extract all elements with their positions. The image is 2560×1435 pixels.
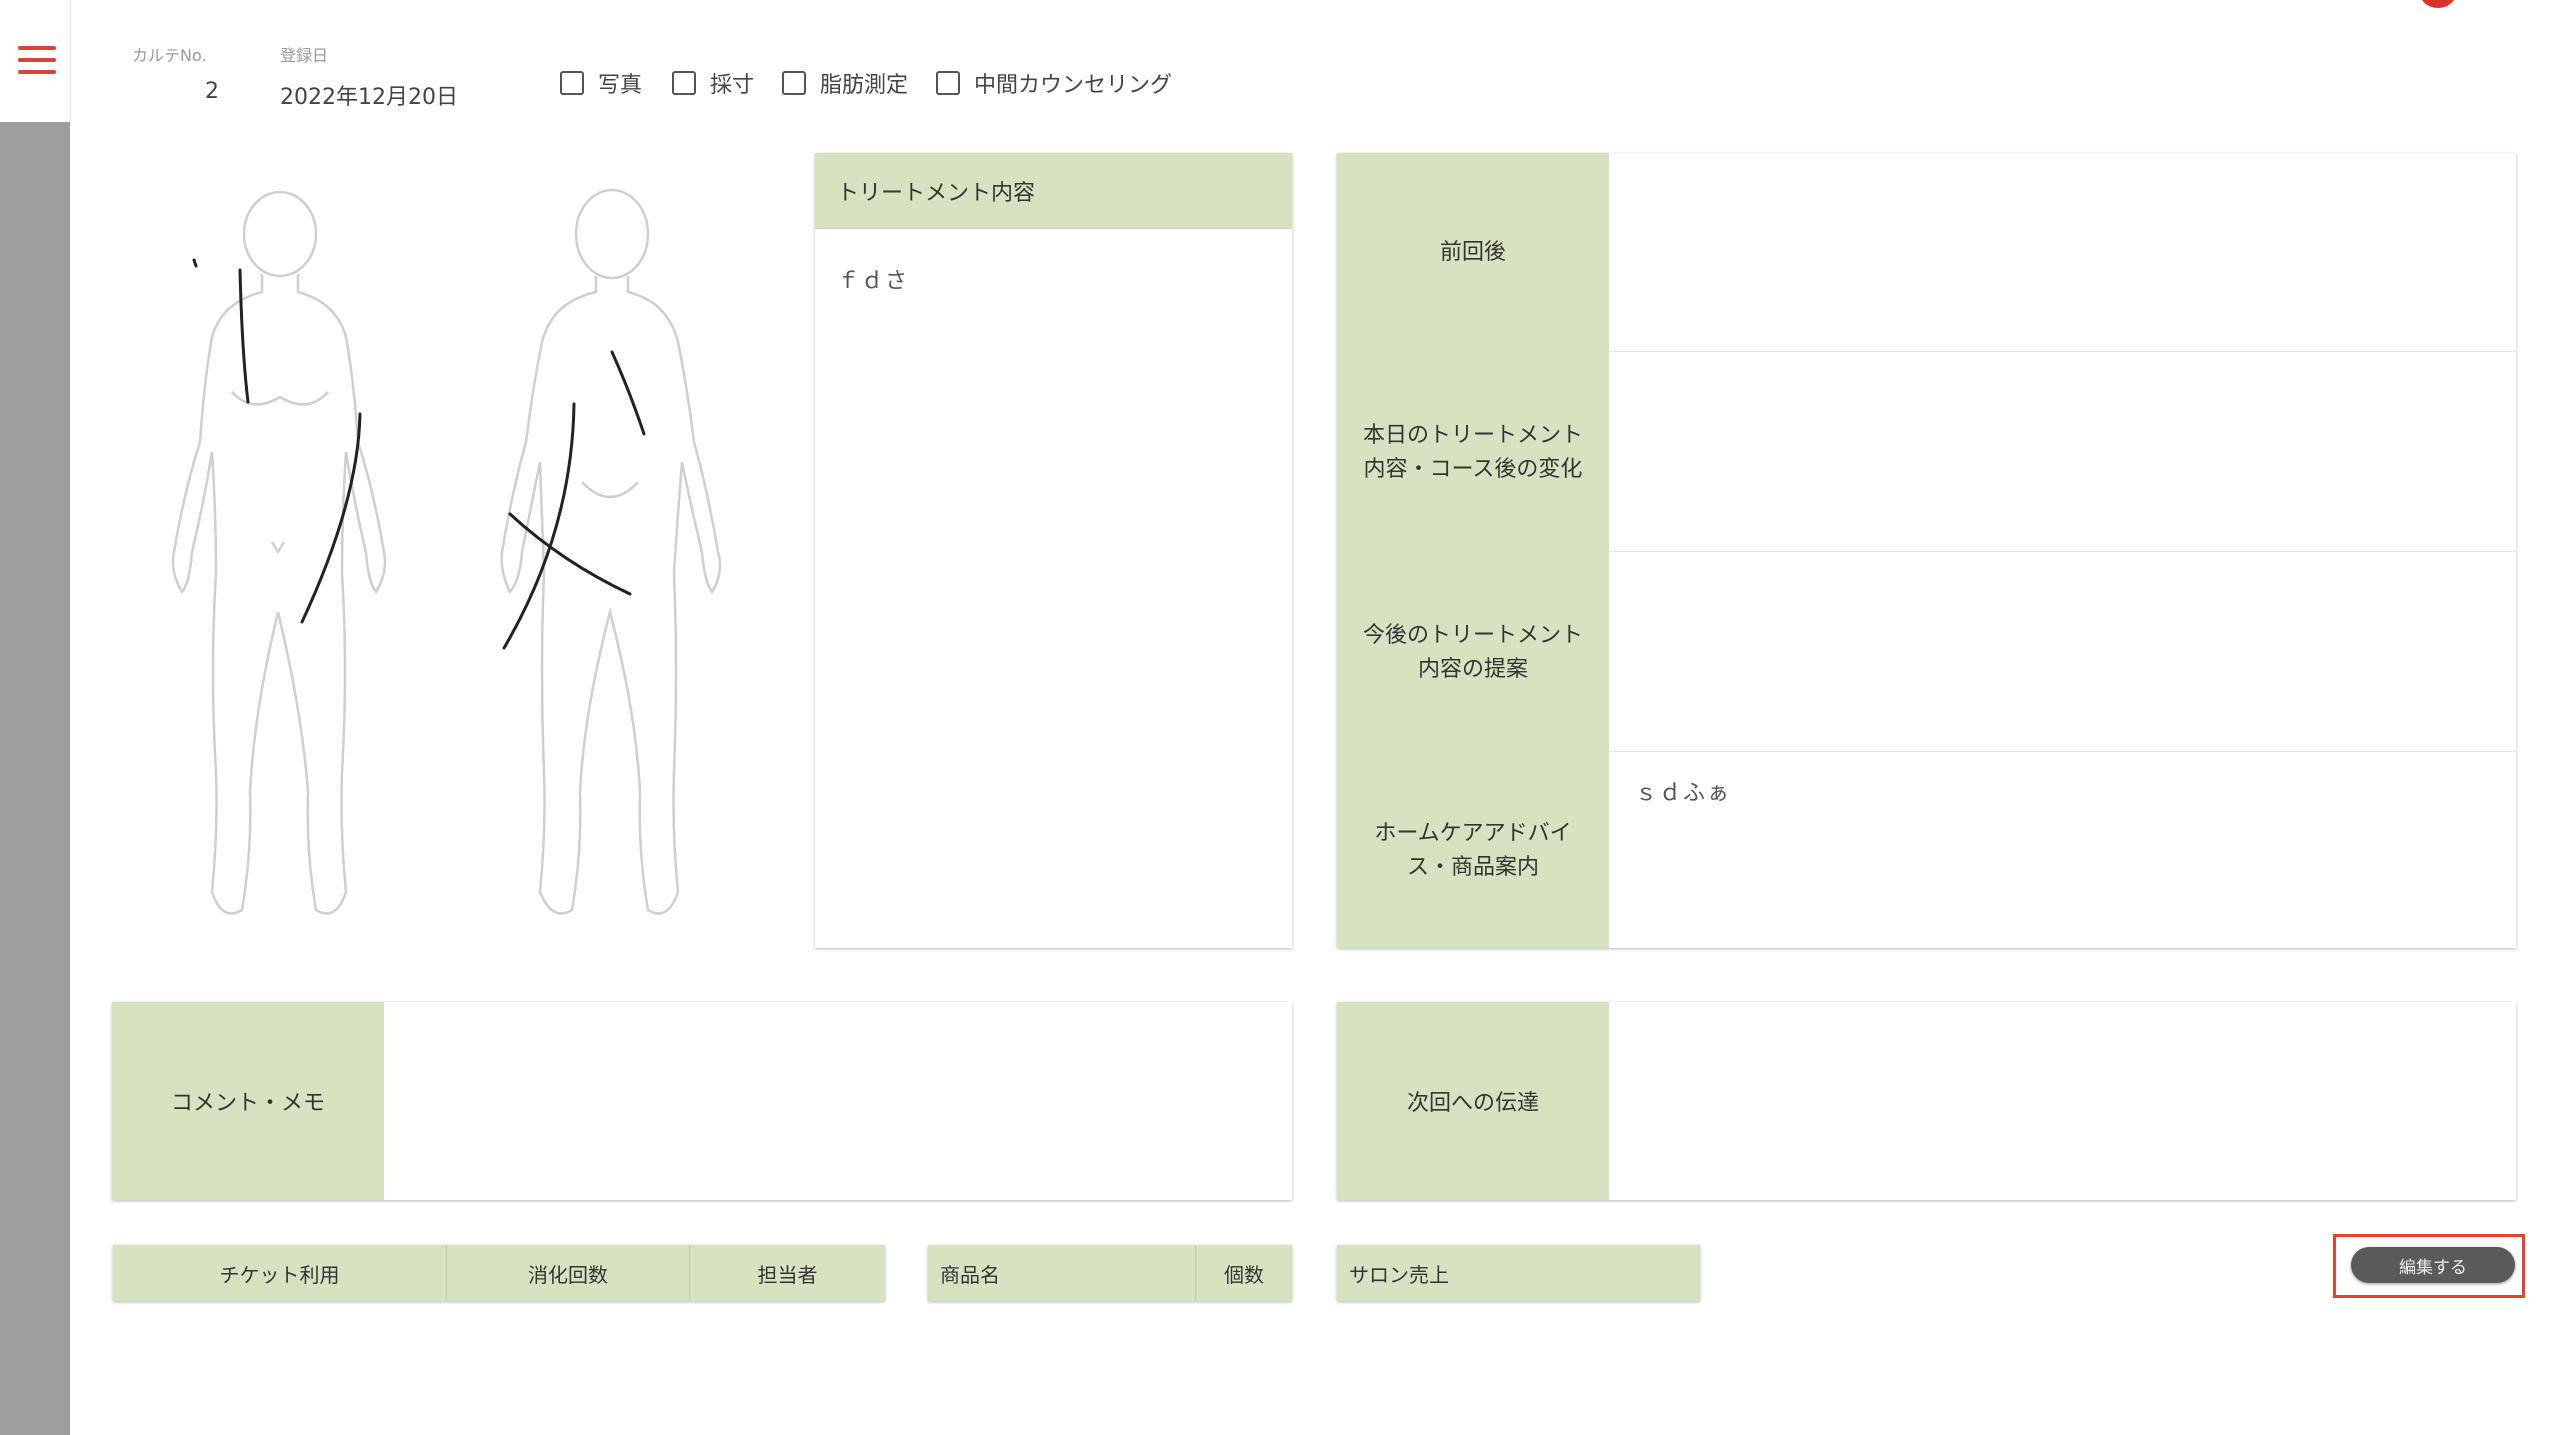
product-table-header: 商品名 個数: [928, 1245, 1292, 1301]
notes-card: 前回後 本日のトリートメント 内容・コース後の変化 今後のトリートメント 内容の提案…: [1337, 153, 2516, 948]
col-salon-sales: サロン売上: [1349, 1262, 1449, 1287]
checkbox-box[interactable]: [672, 71, 696, 95]
checkbox-label: 写真: [598, 73, 643, 98]
treatment-content[interactable]: ｆｄさ: [837, 263, 909, 295]
next-visit-label: 次回への伝達: [1337, 1002, 1609, 1200]
karte-no-label: カルテNo.: [132, 46, 207, 65]
checkbox-measure[interactable]: 採寸: [672, 67, 754, 99]
note-label-previous: 前回後: [1337, 153, 1609, 352]
checkbox-label: 脂肪測定: [820, 73, 909, 98]
checkbox-box[interactable]: [936, 71, 960, 95]
checkbox-fat-measure[interactable]: 脂肪測定: [782, 67, 908, 99]
checkbox-label: 中間カウンセリング: [974, 73, 1173, 98]
treatment-header: トリートメント内容: [815, 153, 1292, 229]
note-label-line: ス・商品案内: [1406, 854, 1539, 880]
comment-label: コメント・メモ: [112, 1002, 384, 1200]
reg-date-value: 2022年12月20日: [280, 85, 458, 110]
checkbox-box[interactable]: [782, 71, 806, 95]
salon-sales-table-header: サロン売上: [1337, 1245, 1700, 1301]
treatment-card: トリートメント内容 ｆｄさ: [815, 153, 1292, 948]
left-sidebar: [0, 122, 70, 1435]
drawn-marks: [192, 258, 646, 650]
note-label-line: 内容の提案: [1417, 656, 1528, 682]
note-label-line: 本日のトリートメント: [1362, 422, 1583, 448]
checkbox-counseling[interactable]: 中間カウンセリング: [936, 67, 1172, 99]
note-label-line: 内容・コース後の変化: [1363, 456, 1583, 482]
checkbox-photo[interactable]: 写真: [560, 67, 642, 99]
note-value-previous[interactable]: [1609, 153, 2516, 352]
comment-card[interactable]: コメント・メモ: [112, 1002, 1292, 1200]
note-label-line: ホームケアアドバイ: [1374, 820, 1572, 846]
body-diagram[interactable]: [112, 152, 797, 949]
body-outline-svg: [171, 188, 722, 915]
note-label-line: 今後のトリートメント: [1362, 622, 1583, 648]
treatment-header-label: トリートメント内容: [837, 180, 1036, 206]
ticket-table-header: チケット利用 消化回数 担当者: [113, 1245, 885, 1301]
checkbox-box[interactable]: [560, 71, 584, 95]
note-label-line: 前回後: [1439, 239, 1506, 265]
col-use-count: 消化回数: [447, 1245, 690, 1301]
col-quantity: 個数: [1224, 1262, 1264, 1287]
edit-button[interactable]: 編集する: [2351, 1247, 2515, 1283]
note-label-today: 本日のトリートメント 内容・コース後の変化: [1337, 353, 1609, 552]
note-text: ｓｄふぁ: [1635, 781, 1732, 806]
note-value-proposal[interactable]: [1609, 553, 2516, 752]
back-body-outline: [500, 188, 722, 915]
col-staff: 担当者: [757, 1262, 818, 1287]
col-product-name: 商品名: [928, 1245, 1196, 1301]
next-visit-card[interactable]: 次回への伝達: [1337, 1002, 2516, 1200]
note-label-homecare: ホームケアアドバイ ス・商品案内: [1337, 751, 1609, 950]
note-label-proposal: 今後のトリートメント 内容の提案: [1337, 553, 1609, 752]
karte-no-value: 2: [205, 79, 219, 104]
notification-dot: [2420, 0, 2456, 8]
col-ticket-use: チケット利用: [113, 1245, 447, 1301]
hamburger-menu-icon[interactable]: [18, 46, 56, 74]
note-value-today[interactable]: [1609, 353, 2516, 552]
checkbox-label: 採寸: [710, 73, 755, 98]
note-value-homecare[interactable]: ｓｄふぁ: [1609, 751, 2516, 950]
front-body-outline: [171, 190, 387, 915]
reg-date-label: 登録日: [280, 46, 329, 65]
